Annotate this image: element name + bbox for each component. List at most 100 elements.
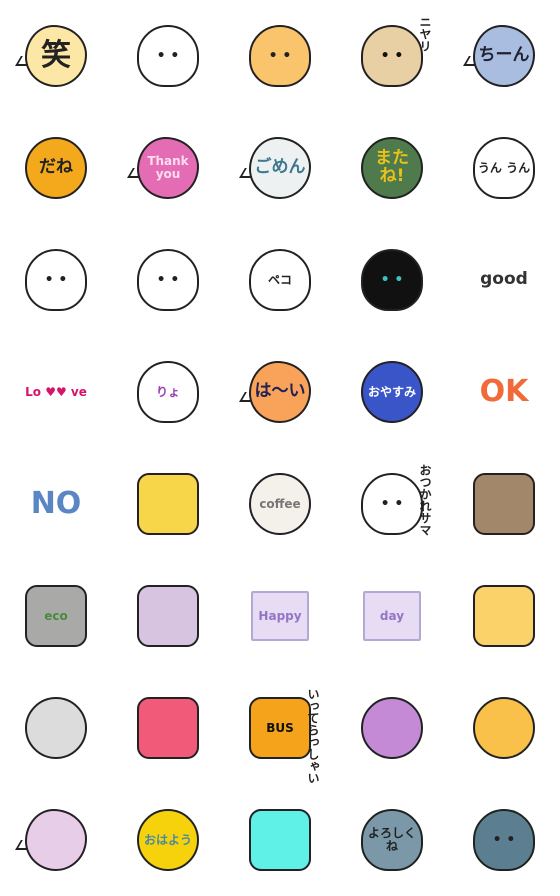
smirk-dog-sunglasses-icon: • • <box>361 25 423 87</box>
sticker-cat-otsukaresama[interactable]: • • おつかれサマ <box>336 448 448 560</box>
sticker-diamond-ring[interactable] <box>0 672 112 784</box>
nodding-dog-icon: うん うん <box>473 137 535 199</box>
sticker-good-text[interactable]: good <box>448 224 560 336</box>
muffin-icon <box>473 473 535 535</box>
bus-text: BUS <box>266 720 294 735</box>
beer-mug-icon <box>137 473 199 535</box>
hai-bubble-icon: は〜い <box>249 361 311 423</box>
diamond-ring-icon <box>25 697 87 759</box>
purple-flower-icon <box>361 697 423 759</box>
sticker-ok-text[interactable]: OK <box>448 336 560 448</box>
sticker-sailboat[interactable] <box>224 784 336 896</box>
sticker-happy-flag[interactable]: Happy <box>224 560 336 672</box>
hai-bubble-text: は〜い <box>254 381 306 402</box>
sticker-laugh-bubble[interactable]: 笑 <box>0 0 112 112</box>
no-text-icon: NO <box>25 473 87 535</box>
birthday-cake-icon <box>473 585 535 647</box>
happy-flag-text: Happy <box>258 608 302 623</box>
sticker-bus[interactable]: BUS いってらっしゃい <box>224 672 336 784</box>
bus-caption: いってらっしゃい <box>306 688 320 784</box>
chiin-bubble-icon: ちーん <box>473 25 535 87</box>
thank-you-bubble-text: Thank you <box>147 154 189 181</box>
bus-icon: BUS <box>249 697 311 759</box>
smirk-dog-sunglasses-caption: ニヤリ <box>418 16 432 52</box>
sticker-mirror[interactable] <box>112 560 224 672</box>
sticker-gomen-bubble[interactable]: ごめん <box>224 112 336 224</box>
sticker-eco-bag[interactable]: eco <box>0 560 112 672</box>
sailboat-icon <box>249 809 311 871</box>
sticker-muffin[interactable] <box>448 448 560 560</box>
sticker-cat-ryo[interactable]: りょ <box>112 336 224 448</box>
sticker-white-cat-sweating[interactable]: • • <box>112 224 224 336</box>
ok-text-icon: OK <box>473 361 535 423</box>
sticker-chiin-bubble[interactable]: ちーん <box>448 0 560 112</box>
sticker-day-flag[interactable]: day <box>336 560 448 672</box>
sticker-ohayou-girl[interactable]: おはよう <box>112 784 224 896</box>
coffee-cup-text: coffee <box>259 496 301 511</box>
cat-ryo-text: りょ <box>155 384 180 399</box>
dane-bubble-icon: だね <box>25 137 87 199</box>
face-eyes: • • <box>380 496 404 512</box>
no-text-text: NO <box>30 486 82 522</box>
sticker-yoroshiku-boy[interactable]: よろしくね <box>336 784 448 896</box>
bowing-person-text: ペコ <box>267 272 292 287</box>
cat-ryo-icon: りょ <box>137 361 199 423</box>
sticker-bowing-person[interactable]: ペコ <box>224 224 336 336</box>
sticker-no-text[interactable]: NO <box>0 448 112 560</box>
yellow-flower-icon <box>473 697 535 759</box>
day-flag-icon: day <box>363 591 421 641</box>
sticker-black-cat-angry[interactable]: • • <box>336 224 448 336</box>
face-eyes: • • <box>380 272 404 288</box>
eco-bag-text: eco <box>44 608 68 623</box>
sticker-matane-bubble[interactable]: またね! <box>336 112 448 224</box>
sticker-red-car[interactable] <box>112 672 224 784</box>
thank-you-bubble-icon: Thank you <box>137 137 199 199</box>
ok-text-text: OK <box>479 374 529 410</box>
sticker-coffee-cup[interactable]: coffee <box>224 448 336 560</box>
gomen-bubble-icon: ごめん <box>249 137 311 199</box>
happy-flag-icon: Happy <box>251 591 309 641</box>
white-cat-pointing-icon: • • <box>25 249 87 311</box>
face-eyes: • • <box>268 48 292 64</box>
dane-bubble-text: だね <box>39 157 73 178</box>
grinning-cat-icon: • • <box>249 25 311 87</box>
sticker-grinning-cat[interactable]: • • <box>224 0 336 112</box>
red-car-icon <box>137 697 199 759</box>
sticker-hai-bubble[interactable]: は〜い <box>224 336 336 448</box>
coffee-cup-icon: coffee <box>249 473 311 535</box>
good-text-icon: good <box>473 249 535 311</box>
sticker-dane-bubble[interactable]: だね <box>0 112 112 224</box>
sticker-thank-you-bubble[interactable]: Thank you <box>112 112 224 224</box>
ohayou-girl-text: おはよう <box>143 832 192 847</box>
laugh-bubble-icon: 笑 <box>25 25 87 87</box>
black-cat-angry-icon: • • <box>361 249 423 311</box>
sticker-purple-flower[interactable] <box>336 672 448 784</box>
oyasumi-bubble-text: おやすみ <box>367 384 416 399</box>
matane-bubble-text: またね! <box>375 148 409 186</box>
face-eyes: • • <box>156 48 180 64</box>
sticker-grid: 笑 • • • • • • ニヤリ ちーん だね Thank you ごめん またね! うん うん •… <box>0 0 560 896</box>
face-eyes: • • <box>492 832 516 848</box>
sticker-oyasumi-bubble[interactable]: おやすみ <box>336 336 448 448</box>
sticker-love-text[interactable]: Lo ♥♥ ve <box>0 336 112 448</box>
sticker-nodding-dog[interactable]: うん うん <box>448 112 560 224</box>
sticker-white-cat-pointing[interactable]: • • <box>0 224 112 336</box>
sticker-birthday-cake[interactable] <box>448 560 560 672</box>
sticker-smirk-dog-sunglasses[interactable]: • • ニヤリ <box>336 0 448 112</box>
sticker-girl-with-bow[interactable]: • • <box>112 0 224 112</box>
bouquet-icon <box>25 809 87 871</box>
ohayou-girl-icon: おはよう <box>137 809 199 871</box>
sticker-bouquet[interactable] <box>0 784 112 896</box>
sticker-yellow-flower[interactable] <box>448 672 560 784</box>
gomen-bubble-text: ごめん <box>254 157 306 178</box>
sticker-masked-boy[interactable]: • • <box>448 784 560 896</box>
yoroshiku-boy-icon: よろしくね <box>361 809 423 871</box>
girl-with-bow-icon: • • <box>137 25 199 87</box>
oyasumi-bubble-icon: おやすみ <box>361 361 423 423</box>
good-text-text: good <box>480 269 528 290</box>
sticker-beer-mug[interactable] <box>112 448 224 560</box>
bowing-person-icon: ペコ <box>249 249 311 311</box>
mirror-icon <box>137 585 199 647</box>
day-flag-text: day <box>379 608 405 623</box>
chiin-bubble-text: ちーん <box>478 45 530 66</box>
